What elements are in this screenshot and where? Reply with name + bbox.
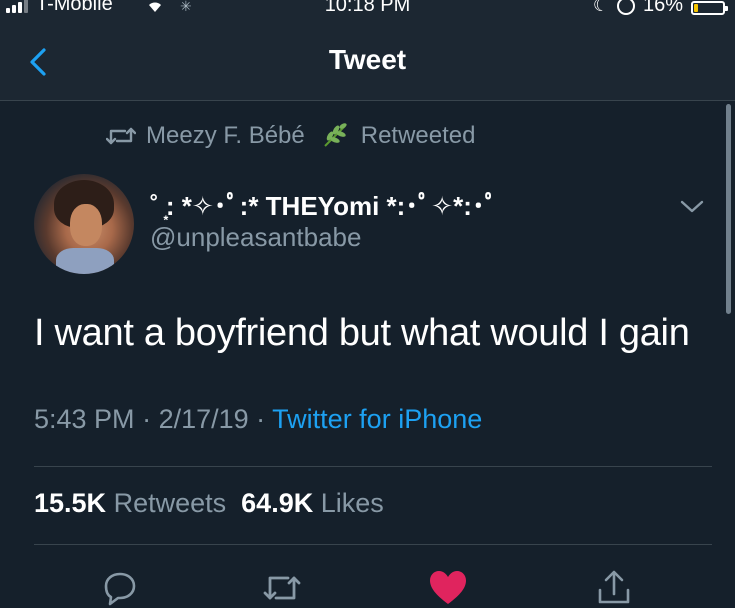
tweet-source-link[interactable]: Twitter for iPhone (272, 404, 482, 434)
retweet-icon (106, 127, 136, 145)
scrollbar[interactable] (726, 104, 731, 314)
action-bar (0, 562, 735, 606)
divider (34, 466, 712, 467)
tweet-meta: 5:43 PM · 2/17/19 · Twitter for iPhone (34, 404, 482, 435)
status-right: ☾ 16% (592, 0, 728, 17)
battery-icon (691, 0, 728, 15)
author-display-name[interactable]: ˚ ͙: *✧･ﾟ:* THEYomi *:･ﾟ✧*:･ﾟ (150, 186, 498, 223)
nav-bar: Tweet (0, 18, 735, 101)
retweet-context[interactable]: Meezy F. Bébé Retweeted (106, 122, 476, 150)
reply-icon[interactable] (100, 568, 140, 608)
tweet-date: 2/17/19 (158, 404, 249, 434)
likes-count: 64.9K (241, 488, 314, 518)
retweets-label: Retweets (113, 488, 227, 518)
likes-stat[interactable]: 64.9K Likes (241, 488, 384, 518)
retweeter-name: Meezy F. Bébé (146, 122, 305, 149)
retweets-count: 15.5K (34, 488, 107, 518)
avatar-shirt (56, 248, 114, 274)
tweet-stats: 15.5K Retweets 64.9K Likes (34, 488, 384, 519)
page-title: Tweet (328, 44, 407, 75)
likes-label: Likes (320, 488, 384, 518)
meta-separator: · (134, 404, 159, 434)
share-icon[interactable] (594, 568, 634, 608)
tweet-text: I want a boyfriend but what would I gain (34, 312, 690, 354)
herb-emoji-icon (324, 123, 347, 147)
moon-icon: ☾ (592, 0, 609, 15)
tweet-time: 5:43 PM (34, 404, 135, 434)
retweeted-label: Retweeted (360, 122, 476, 149)
meta-separator: · (248, 404, 273, 434)
retweet-icon[interactable] (262, 568, 302, 608)
author-handle[interactable]: @unpleasantbabe (150, 222, 361, 253)
chevron-down-icon[interactable] (678, 196, 706, 216)
retweets-stat[interactable]: 15.5K Retweets (34, 488, 226, 518)
divider (34, 544, 712, 545)
battery-level (694, 3, 698, 12)
like-icon[interactable] (428, 568, 468, 608)
battery-percent: 16% (642, 0, 683, 16)
status-bar: T-Mobile ✳ 10:18 PM ☾ 16% (0, 0, 735, 18)
avatar[interactable] (34, 174, 134, 274)
avatar-face (70, 204, 102, 246)
rotation-lock-icon (616, 0, 635, 15)
